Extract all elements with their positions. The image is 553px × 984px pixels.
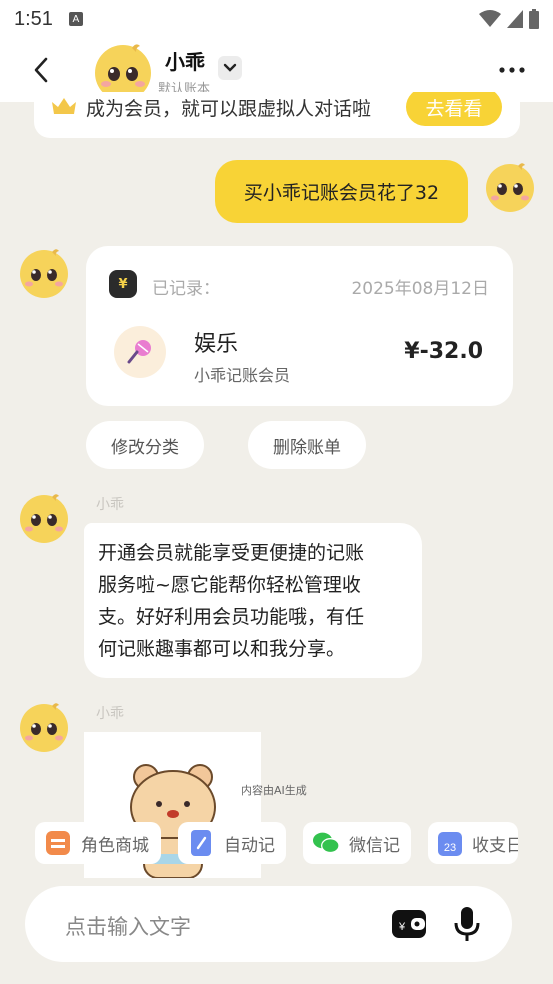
quick-item-label: 微信记 [349, 835, 400, 856]
calendar-day: 23 [444, 842, 456, 854]
user-avatar [486, 163, 534, 212]
microphone-candy-icon [127, 340, 151, 364]
svg-text:¥: ¥ [398, 921, 406, 933]
record-category: 娱乐 [194, 332, 239, 357]
store-icon [45, 830, 71, 856]
chevron-down-icon [223, 63, 237, 72]
quick-auto-record-button[interactable]: 自动记 [178, 822, 286, 864]
more-dots-icon [499, 67, 525, 73]
notification-a-icon: A [68, 12, 83, 26]
wallet-icon[interactable]: ¥ [391, 908, 427, 940]
bot-message-line: 服务啦~愿它能帮你轻松管理收 [98, 574, 361, 596]
record-note: 小乖记账会员 [194, 366, 291, 385]
delete-bill-button[interactable]: 删除账单 [248, 421, 366, 469]
record-amount: ¥-32.0 [404, 339, 483, 364]
battery-icon [529, 9, 539, 29]
bot-name-label: 小乖 [96, 497, 124, 513]
membership-banner: 成为会员，就可以跟虚拟人对话啦 去看看 [34, 92, 520, 138]
character-avatar-small [20, 494, 68, 543]
quick-role-store-button[interactable]: 角色商城 [35, 822, 161, 864]
wifi-icon [479, 10, 501, 27]
character-avatar-small [20, 249, 68, 298]
bot-message-line: 开通会员就能享受更便捷的记账 [98, 542, 365, 564]
ai-generated-note: 内容由AI生成 [241, 784, 307, 797]
bot-name-label: 小乖 [96, 706, 124, 722]
status-time: 1:51 [14, 7, 53, 30]
edit-category-button[interactable]: 修改分类 [86, 421, 204, 469]
notebook-icon [188, 830, 214, 856]
bot-message-bubble[interactable]: 开通会员就能享受更便捷的记账 服务啦~愿它能帮你轻松管理收 支。好好利用会员功能… [84, 523, 422, 678]
crown-icon [52, 98, 76, 114]
quick-item-label: 自动记 [224, 835, 275, 856]
message-input-bar: 点击输入文字 ¥ [25, 886, 512, 962]
signal-icon [507, 10, 523, 28]
microphone-icon[interactable] [453, 906, 481, 942]
quick-action-bar: 角色商城 自动记 微信记 23 收支日历 [0, 822, 553, 864]
wechat-icon [313, 830, 339, 856]
quick-wechat-record-button[interactable]: 微信记 [303, 822, 411, 864]
calendar-icon: 23 [438, 830, 462, 856]
quick-item-label: 角色商城 [81, 835, 149, 856]
user-message-bubble[interactable]: 买小乖记账会员花了32 [215, 160, 468, 223]
character-name: 小乖 [165, 50, 205, 74]
chevron-left-icon [34, 57, 48, 83]
quick-calendar-button[interactable]: 23 收支日历 [428, 822, 518, 864]
bot-message-line: 何记账趣事都可以和我分享。 [98, 638, 346, 660]
message-input[interactable]: 点击输入文字 [65, 911, 191, 941]
quick-item-label: 收支日历 [472, 835, 518, 856]
record-date: 2025年08月12日 [351, 279, 489, 299]
record-label: 已记录： [152, 279, 220, 299]
ledger-dropdown-button[interactable] [218, 56, 242, 80]
status-icons [479, 9, 539, 29]
entertainment-icon [114, 326, 166, 378]
expense-record-card[interactable]: ¥ 已记录： 2025年08月12日 娱乐 小乖记账会员 ¥-32.0 [86, 246, 513, 406]
bot-message-line: 支。好好利用会员功能哦，有任 [98, 606, 365, 628]
more-button[interactable] [497, 58, 527, 82]
character-avatar-small [20, 703, 68, 752]
banner-text: 成为会员，就可以跟虚拟人对话啦 [86, 98, 372, 120]
view-membership-button[interactable]: 去看看 [406, 92, 502, 126]
yen-icon: ¥ [109, 270, 137, 298]
status-bar: 1:51 A [0, 0, 553, 38]
